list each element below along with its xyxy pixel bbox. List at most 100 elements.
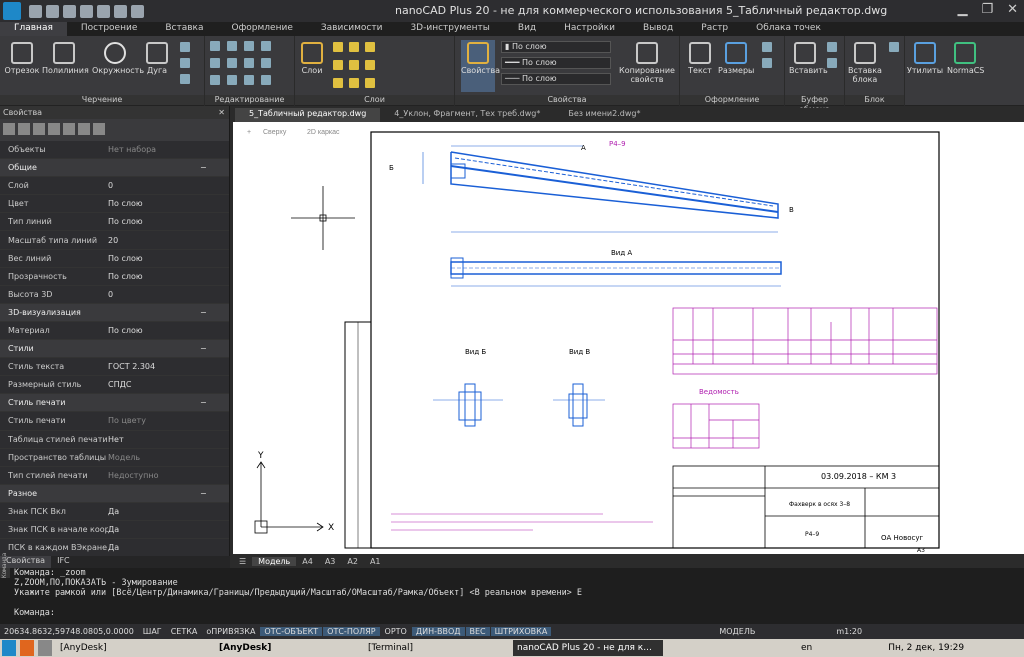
doc-tab-1[interactable]: 5_Табличный редактор.dwg	[235, 108, 381, 122]
ellipse-icon[interactable]	[180, 74, 190, 84]
layer-freeze-icon[interactable]	[349, 42, 359, 52]
ribbon-tab[interactable]: Вставка	[151, 22, 217, 36]
layout-menu-icon[interactable]: ☰	[233, 557, 252, 566]
property-section[interactable]: 3D-визуализация −	[0, 303, 229, 322]
layer-current-icon[interactable]	[333, 60, 343, 70]
ribbon-tab[interactable]: Оформление	[218, 22, 307, 36]
status-toggle[interactable]: ВЕС	[465, 627, 490, 636]
property-value[interactable]: По цвету	[108, 416, 229, 425]
files-icon[interactable]	[38, 640, 52, 656]
dimensions-button[interactable]: Размеры	[718, 42, 754, 75]
property-value[interactable]: 0	[108, 290, 229, 299]
copy-icon[interactable]	[244, 41, 254, 51]
property-row[interactable]: Знак ПСК в начале коорд...Да	[0, 521, 229, 540]
fillet-icon[interactable]	[210, 75, 220, 85]
linetype-dropdown[interactable]: ━━━ По слою	[501, 57, 611, 69]
toggle-pickadd-icon[interactable]	[63, 123, 75, 135]
property-value[interactable]: 0	[108, 181, 229, 190]
ribbon-tab[interactable]: Вывод	[629, 22, 687, 36]
layer-walk-icon[interactable]	[365, 78, 375, 88]
cut-icon[interactable]	[827, 42, 837, 52]
erase-icon[interactable]	[261, 41, 271, 51]
layer-lock-icon[interactable]	[365, 42, 375, 52]
collapse-icon[interactable]: −	[200, 489, 207, 498]
property-value[interactable]: ГОСТ 2.304	[108, 362, 229, 371]
view-style[interactable]: 2D каркас	[307, 129, 340, 136]
status-toggle[interactable]: ОТС-ОБЪЕКТ	[260, 627, 323, 636]
pointer-icon[interactable]	[18, 123, 30, 135]
collapse-icon[interactable]: −	[200, 344, 207, 353]
task-anydesk-2[interactable]: [AnyDesk]	[215, 640, 360, 656]
property-value[interactable]: Нет	[108, 435, 229, 444]
tab-a1[interactable]: А1	[364, 557, 387, 566]
new-icon[interactable]	[29, 4, 42, 18]
property-value[interactable]: По слою	[108, 217, 229, 226]
property-row[interactable]: Пространство таблицы ст...Модель	[0, 449, 229, 467]
status-toggle[interactable]: оПРИВЯЗКА	[202, 627, 259, 636]
task-nanocad[interactable]: nanoCAD Plus 20 - не для к...	[513, 640, 663, 656]
close-panel-icon[interactable]: ✕	[218, 106, 225, 119]
property-section[interactable]: Разное −	[0, 484, 229, 503]
command-prompt[interactable]: Команда:	[14, 608, 1024, 618]
circle-button[interactable]: Окружность	[92, 42, 144, 75]
ribbon-tab[interactable]: Облака точек	[742, 22, 835, 36]
array-icon[interactable]	[227, 75, 237, 85]
ribbon-tab[interactable]: Главная	[0, 22, 67, 36]
view-plus[interactable]: +	[247, 129, 251, 136]
model-space-toggle[interactable]: МОДЕЛЬ	[715, 627, 759, 636]
save-icon[interactable]	[63, 4, 76, 18]
copy-clip-icon[interactable]	[827, 58, 837, 68]
property-value[interactable]: Да	[108, 525, 229, 534]
property-value[interactable]: 20	[108, 236, 229, 245]
status-toggle[interactable]: ОТС-ПОЛЯР	[323, 627, 380, 636]
property-row[interactable]: Тип линий По слою	[0, 213, 229, 232]
scale-icon[interactable]	[227, 58, 237, 68]
property-value[interactable]: Недоступно	[108, 471, 229, 480]
property-row[interactable]: Знак ПСК Вкл Да	[0, 503, 229, 521]
property-row[interactable]: Тип стилей печати Недоступно	[0, 467, 229, 485]
property-row[interactable]: Слой 0	[0, 177, 229, 196]
hatch-icon[interactable]	[180, 58, 190, 68]
layer-isolate-icon[interactable]	[333, 78, 343, 88]
match-properties-button[interactable]: Копирование свойств	[617, 42, 677, 84]
property-row[interactable]: Вес линий По слою	[0, 250, 229, 268]
property-value[interactable]: По слою	[108, 199, 229, 208]
insert-block-button[interactable]: Вставка блока	[847, 42, 883, 84]
view-direction[interactable]: Сверху	[263, 129, 287, 136]
ribbon-tab[interactable]: 3D-инструменты	[396, 22, 503, 36]
redo-icon[interactable]	[114, 4, 127, 18]
tab-ifc[interactable]: IFC	[51, 556, 76, 568]
collapse-icon[interactable]: −	[200, 163, 207, 172]
status-toggle[interactable]: ШАГ	[139, 627, 166, 636]
layer-prev-icon[interactable]	[365, 60, 375, 70]
property-row[interactable]: Стиль печати По цвету	[0, 412, 229, 431]
utilities-button[interactable]: Утилиты	[907, 42, 943, 75]
tab-a4[interactable]: А4	[296, 557, 319, 566]
tools-icon[interactable]	[78, 123, 90, 135]
properties-button[interactable]: Свойства	[461, 40, 500, 92]
lineweight-dropdown[interactable]: ─── По слою	[501, 73, 611, 85]
property-row[interactable]: Масштаб типа линий 20	[0, 231, 229, 250]
app-logo-icon[interactable]	[3, 2, 21, 20]
ribbon-tab[interactable]: Растр	[687, 22, 742, 36]
tab-a3[interactable]: А3	[319, 557, 342, 566]
property-row[interactable]: Размерный стиль СПДС	[0, 376, 229, 395]
select-objects-icon[interactable]	[3, 123, 15, 135]
property-value[interactable]: Да	[108, 543, 229, 552]
color-dropdown[interactable]: ▮ По слою	[501, 41, 611, 53]
print-icon[interactable]	[131, 4, 144, 18]
property-value[interactable]: По слою	[108, 254, 229, 263]
property-row[interactable]: Цвет По слою	[0, 195, 229, 214]
property-value[interactable]: Модель	[108, 453, 229, 462]
quick-select-icon[interactable]	[33, 123, 45, 135]
status-toggle[interactable]: ОРТО	[381, 627, 411, 636]
table-icon[interactable]	[762, 58, 772, 68]
move-icon[interactable]	[210, 41, 220, 51]
create-block-icon[interactable]	[889, 42, 899, 52]
polyline-button[interactable]: Полилиния	[42, 42, 89, 75]
property-value[interactable]: СПДС	[108, 380, 229, 389]
ribbon-tab[interactable]: Вид	[504, 22, 550, 36]
mirror-icon[interactable]	[210, 58, 220, 68]
ribbon-tab[interactable]: Построение	[67, 22, 152, 36]
task-terminal[interactable]: [Terminal]	[364, 640, 509, 656]
